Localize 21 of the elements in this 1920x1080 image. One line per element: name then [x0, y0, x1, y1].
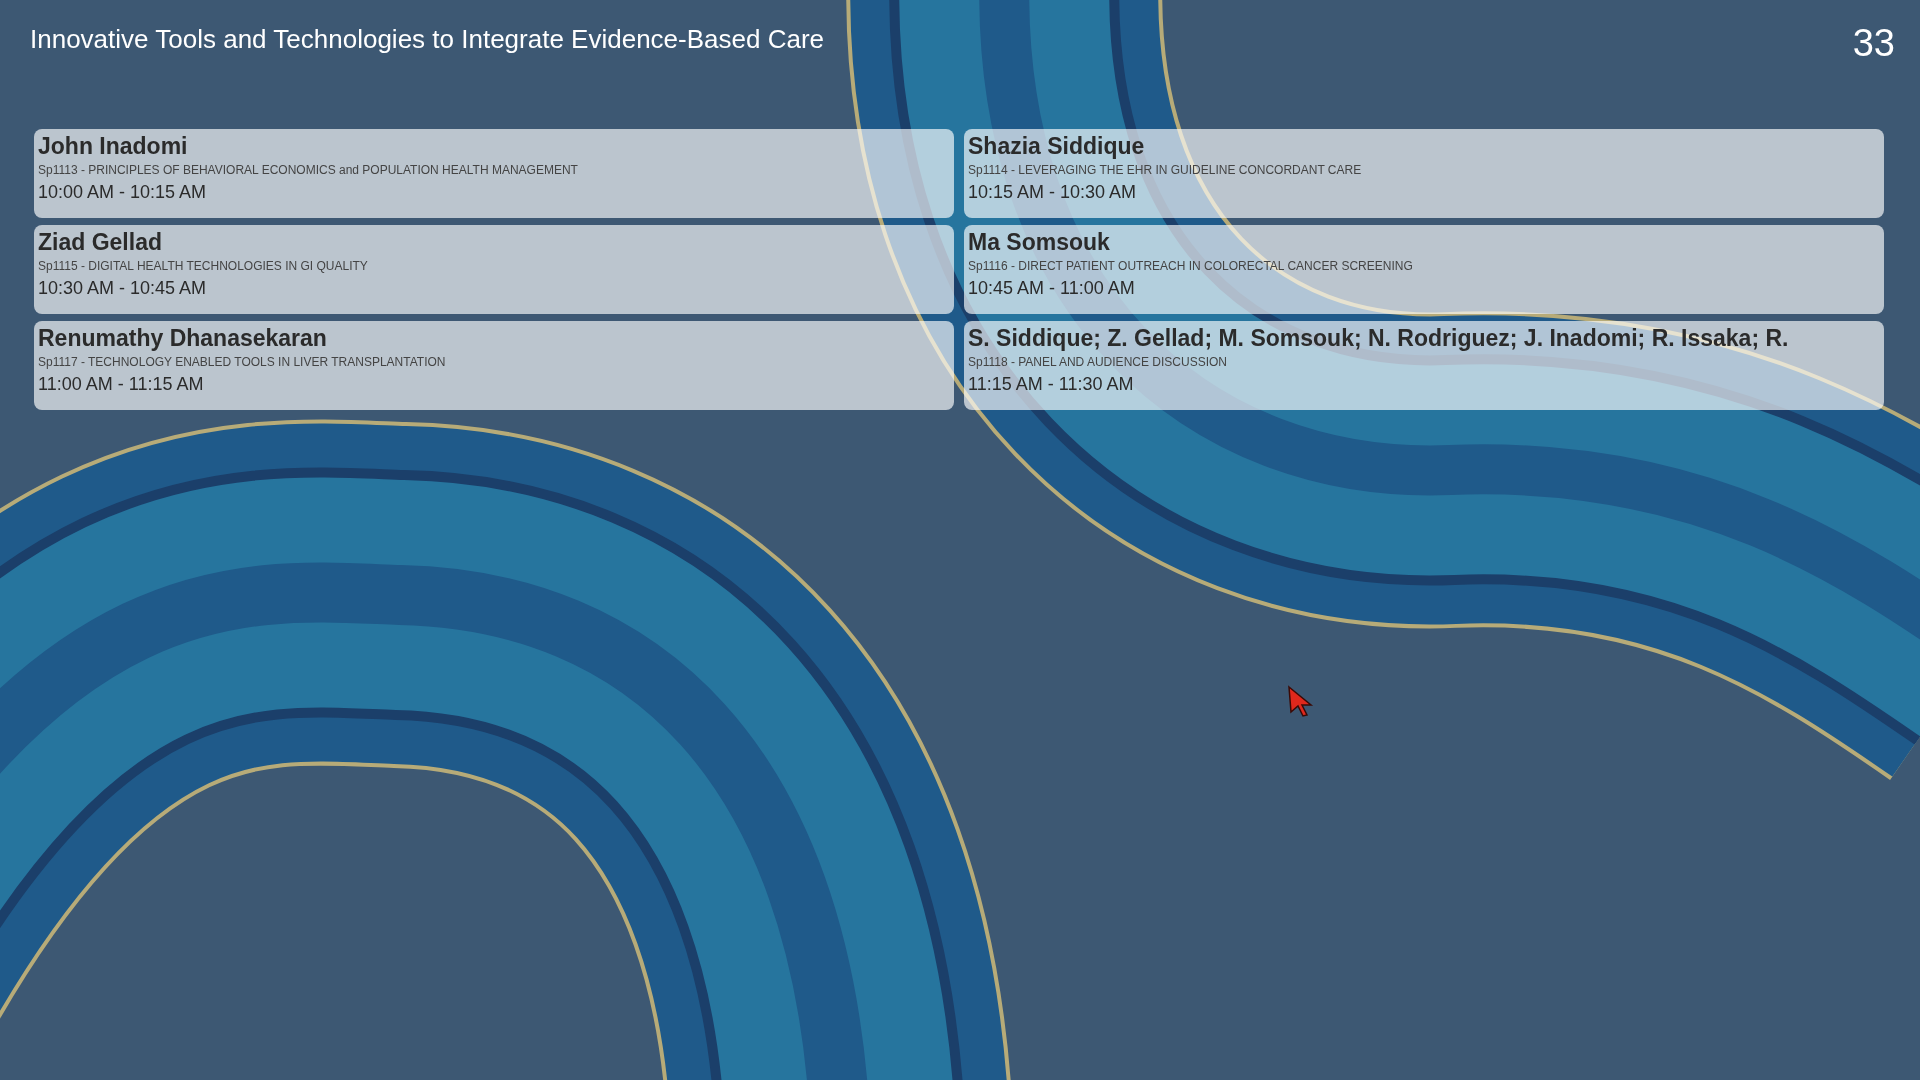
speaker-name: Ma Somsouk: [968, 228, 1111, 257]
session-title: Sp1113 - PRINCIPLES OF BEHAVIORAL ECONOMICS and POPULATION HEALTH MANAGEMENT: [38, 162, 579, 179]
slide-title: Innovative Tools and Technologies to Integrate Evidence-Based Care: [30, 23, 824, 56]
speaker-name: John Inadomi: [38, 132, 189, 161]
page-number: 33: [1852, 24, 1895, 62]
session-time: 10:00 AM - 10:15 AM: [38, 181, 208, 204]
speaker-name: Shazia Siddique: [968, 132, 1146, 161]
session-title: Sp1117 - TECHNOLOGY ENABLED TOOLS IN LIVER TRANSPLANTATION: [38, 354, 447, 371]
session-time: 10:45 AM - 11:00 AM: [968, 277, 1136, 300]
session-title: Sp1114 - LEVERAGING THE EHR IN GUIDELINE CONCORDANT CARE: [968, 162, 1363, 179]
session-time: 10:15 AM - 10:30 AM: [968, 181, 1138, 204]
speaker-name: S. Siddique; Z. Gellad; M. Somsouk; N. Rodriguez; J. Inadomi; R. Issaka; R.: [968, 324, 1790, 353]
session-time: 11:00 AM - 11:15 AM: [38, 373, 205, 396]
session-title: Sp1118 - PANEL AND AUDIENCE DISCUSSION: [968, 354, 1228, 371]
session-title: Sp1115 - DIGITAL HEALTH TECHNOLOGIES IN GI QUALITY: [38, 258, 369, 275]
session-time: 11:15 AM - 11:30 AM: [968, 373, 1135, 396]
session-title: Sp1116 - DIRECT PATIENT OUTREACH IN COLORECTAL CANCER SCREENING: [968, 258, 1414, 275]
cursor-icon: [1287, 685, 1315, 717]
speaker-name: Renumathy Dhanasekaran: [38, 324, 328, 353]
session-time: 10:30 AM - 10:45 AM: [38, 277, 208, 300]
speaker-name: Ziad Gellad: [38, 228, 163, 257]
